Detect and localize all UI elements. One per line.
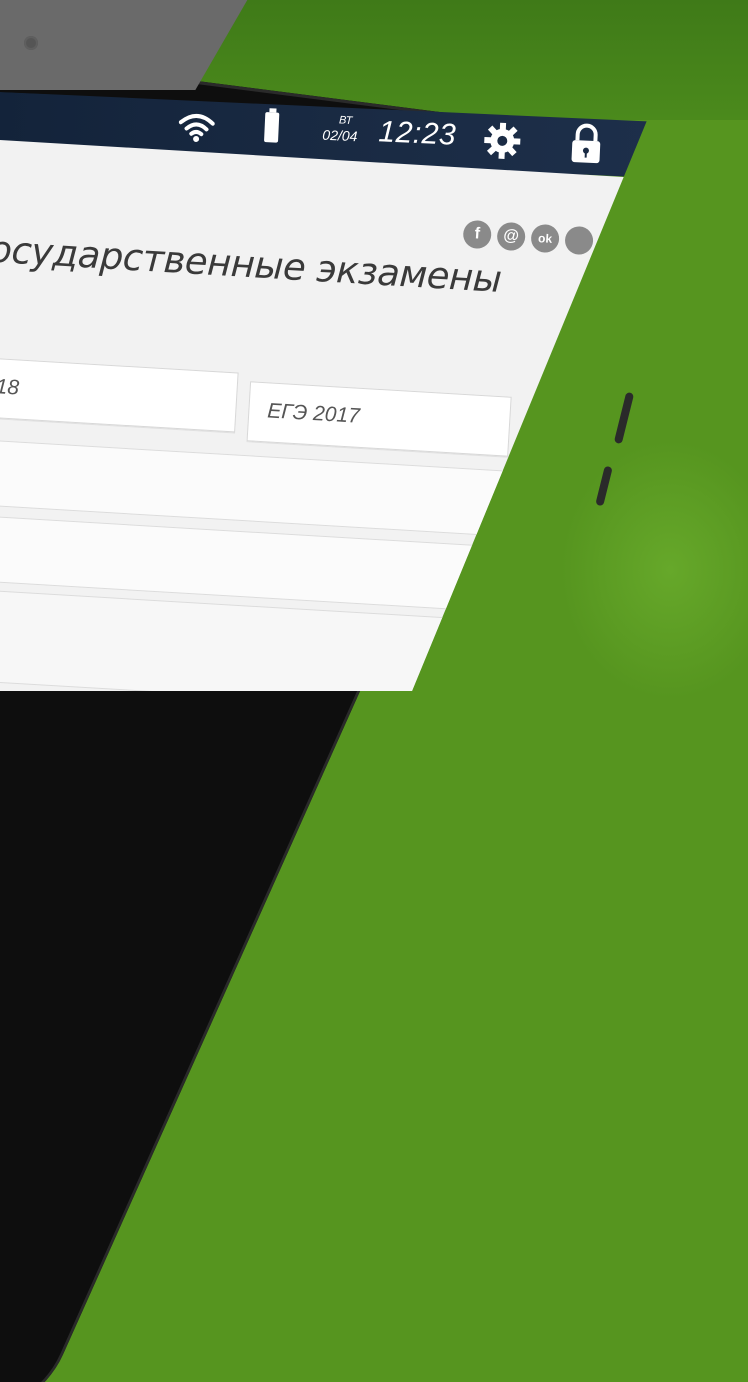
gear-icon[interactable]: [481, 120, 523, 167]
social-links: f @ ok: [462, 219, 594, 256]
status-clock: 12:23: [377, 115, 457, 152]
facebook-icon[interactable]: f: [462, 219, 493, 250]
tab-ege-2017[interactable]: ЕГЭ 2017: [246, 381, 512, 457]
odnoklassniki-icon[interactable]: ok: [530, 223, 560, 254]
status-date: 02/04: [322, 126, 358, 145]
status-day: ВТ: [338, 114, 353, 128]
background-glow: [560, 440, 748, 700]
page-title: осударственные экзамены: [0, 227, 503, 301]
tab-2018-label: 2018: [0, 373, 20, 400]
wifi-icon: [178, 112, 216, 149]
volume-button: [613, 391, 635, 445]
tab-ege-2017-label: ЕГЭ 2017: [266, 399, 361, 428]
battery-icon: [264, 108, 280, 143]
mail-icon[interactable]: @: [496, 221, 526, 252]
tab-2018[interactable]: 2018: [0, 356, 239, 433]
lock-icon[interactable]: [567, 122, 605, 171]
more-social-icon[interactable]: [564, 225, 594, 256]
camera-lens: [24, 36, 38, 50]
